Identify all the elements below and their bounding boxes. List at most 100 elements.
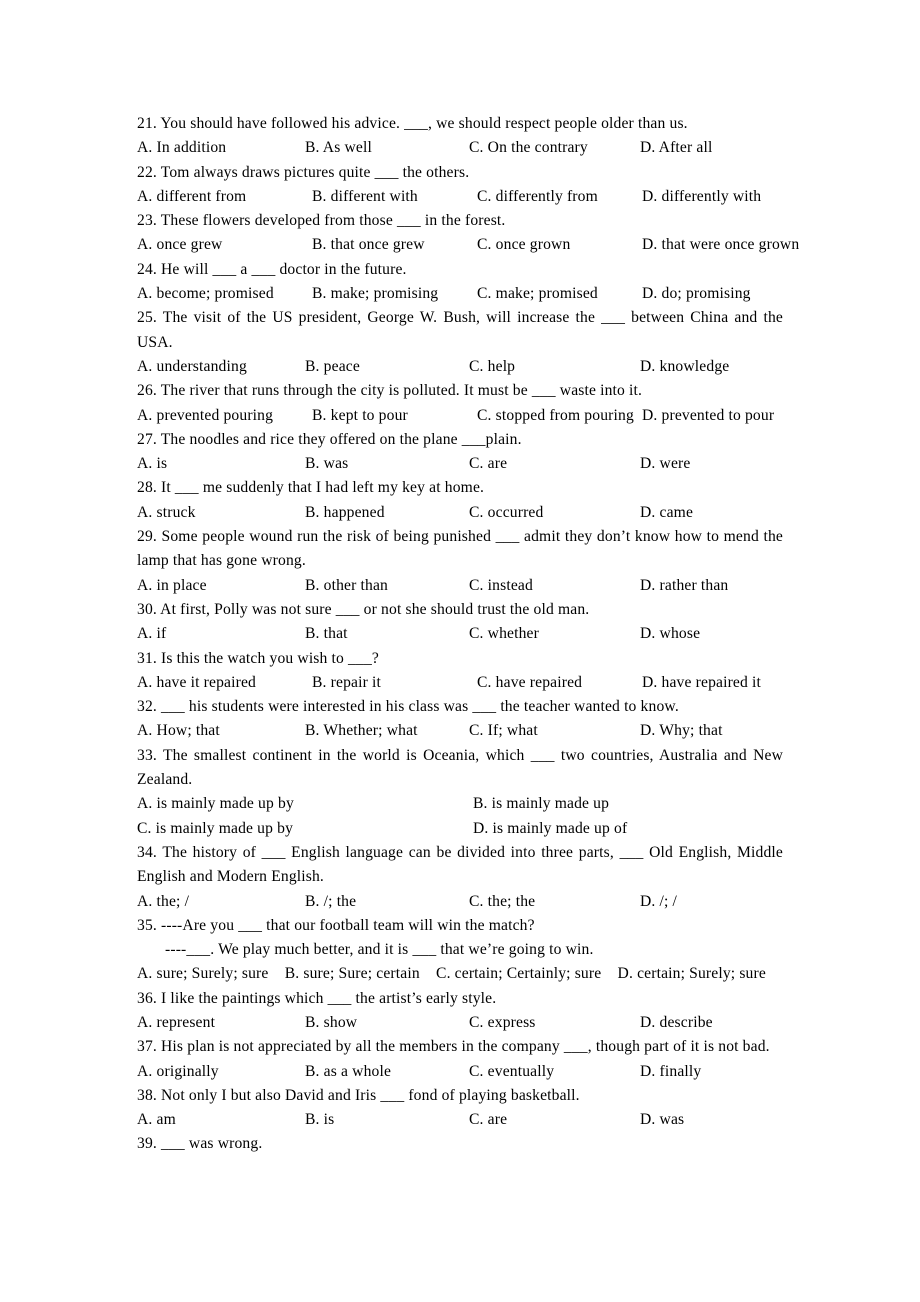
- option-c[interactable]: C. eventually: [469, 1060, 554, 1084]
- question-options: A. the; / B. /; the C. the; the D. /; /: [137, 890, 783, 914]
- option-a[interactable]: A. if: [137, 622, 166, 646]
- option-a[interactable]: A. have it repaired: [137, 671, 256, 695]
- option-a[interactable]: A. is: [137, 452, 167, 476]
- option-c[interactable]: C. occurred: [469, 501, 543, 525]
- option-a[interactable]: A. become; promised: [137, 282, 274, 306]
- question-options: A. In addition B. As well C. On the cont…: [137, 136, 783, 160]
- option-b[interactable]: B. peace: [305, 355, 360, 379]
- option-a[interactable]: A. in place: [137, 574, 207, 598]
- option-a[interactable]: A. is mainly made up by: [137, 792, 294, 816]
- option-b[interactable]: B. As well: [305, 136, 372, 160]
- option-c[interactable]: C. is mainly made up by: [137, 817, 293, 841]
- option-a[interactable]: A. struck: [137, 501, 196, 525]
- option-d[interactable]: D. finally: [640, 1060, 701, 1084]
- question-block: 27. The noodles and rice they offered on…: [137, 428, 783, 477]
- option-a[interactable]: A. How; that: [137, 719, 220, 743]
- option-c[interactable]: C. certain; Certainly; sure: [424, 965, 601, 982]
- option-b[interactable]: B. show: [305, 1011, 357, 1035]
- option-d[interactable]: D. describe: [640, 1011, 713, 1035]
- question-stem: 21. You should have followed his advice.…: [137, 115, 688, 132]
- option-a[interactable]: A. different from: [137, 185, 246, 209]
- option-a[interactable]: A. represent: [137, 1011, 215, 1035]
- option-b[interactable]: B. is mainly made up: [473, 792, 609, 816]
- option-c[interactable]: C. express: [469, 1011, 536, 1035]
- option-d[interactable]: D. certain; Surely; sure: [605, 965, 766, 982]
- option-d[interactable]: D. were: [640, 452, 690, 476]
- question-options: A. How; that B. Whether; what C. If; wha…: [137, 719, 783, 743]
- option-a[interactable]: A. understanding: [137, 355, 247, 379]
- option-a[interactable]: A. sure; Surely; sure: [137, 965, 268, 982]
- option-d[interactable]: D. After all: [640, 136, 712, 160]
- question-block: 39. ___ was wrong.: [137, 1132, 783, 1156]
- question-options: A. is B. was C. are D. were: [137, 452, 783, 476]
- option-d[interactable]: D. have repaired it: [642, 671, 761, 695]
- option-c[interactable]: C. have repaired: [477, 671, 582, 695]
- option-d[interactable]: D. prevented to pour: [642, 404, 774, 428]
- option-c[interactable]: C. If; what: [469, 719, 538, 743]
- option-b[interactable]: B. different with: [312, 185, 418, 209]
- question-stem: 22. Tom always draws pictures quite ___ …: [137, 163, 470, 181]
- question-options: A. become; promised B. make; promising C…: [137, 282, 783, 306]
- option-b[interactable]: B. /; the: [305, 890, 356, 914]
- option-d[interactable]: D. was: [640, 1108, 684, 1132]
- question-block: 34. The history of ___ English language …: [137, 841, 783, 914]
- option-b[interactable]: B. other than: [305, 574, 388, 598]
- question-stem: 24. He will ___ a ___ doctor in the futu…: [137, 260, 407, 278]
- question-stem: 30. At first, Polly was not sure ___ or …: [137, 600, 590, 618]
- option-b[interactable]: B. happened: [305, 501, 385, 525]
- option-c[interactable]: C. are: [469, 1108, 507, 1132]
- option-a[interactable]: A. In addition: [137, 136, 226, 160]
- option-d[interactable]: D. differently with: [642, 185, 761, 209]
- option-a[interactable]: A. originally: [137, 1060, 219, 1084]
- document-page: 21. You should have followed his advice.…: [0, 0, 920, 1302]
- question-block: 23. These flowers developed from those _…: [137, 209, 799, 258]
- option-b[interactable]: B. make; promising: [312, 282, 438, 306]
- option-b[interactable]: B. was: [305, 452, 348, 476]
- question-stem: 38. Not only I but also David and Iris _…: [137, 1086, 580, 1104]
- option-b[interactable]: B. Whether; what: [305, 719, 418, 743]
- option-d[interactable]: D. rather than: [640, 574, 728, 598]
- option-d[interactable]: D. came: [640, 501, 693, 525]
- option-d[interactable]: D. do; promising: [642, 282, 751, 306]
- option-c[interactable]: C. differently from: [477, 185, 598, 209]
- option-b[interactable]: B. sure; Sure; certain: [273, 965, 420, 982]
- option-b[interactable]: B. as a whole: [305, 1060, 391, 1084]
- option-c[interactable]: C. instead: [469, 574, 533, 598]
- option-d[interactable]: D. whose: [640, 622, 700, 646]
- question-stem: 32. ___ his students were interested in …: [137, 698, 679, 716]
- option-b[interactable]: B. repair it: [312, 671, 381, 695]
- question-stem: 36. I like the paintings which ___ the a…: [137, 989, 497, 1007]
- option-b[interactable]: B. is: [305, 1108, 334, 1132]
- question-options: A. am B. is C. are D. was: [137, 1108, 783, 1132]
- question-block: 32. ___ his students were interested in …: [137, 695, 783, 744]
- option-c[interactable]: C. once grown: [477, 233, 570, 257]
- option-c[interactable]: C. are: [469, 452, 507, 476]
- option-d[interactable]: D. is mainly made up of: [473, 817, 627, 841]
- question-block: 38. Not only I but also David and Iris _…: [137, 1084, 783, 1133]
- option-c[interactable]: C. On the contrary: [469, 136, 588, 160]
- question-options: A. sure; Surely; sure B. sure; Sure; cer…: [137, 962, 783, 986]
- option-b[interactable]: B. that once grew: [312, 233, 425, 257]
- question-options-row-1: A. is mainly made up by B. is mainly mad…: [137, 792, 783, 816]
- option-d[interactable]: D. /; /: [640, 890, 677, 914]
- question-options: A. struck B. happened C. occurred D. cam…: [137, 501, 783, 525]
- option-a[interactable]: A. prevented pouring: [137, 404, 273, 428]
- question-block: 21. You should have followed his advice.…: [137, 112, 783, 161]
- question-block: 28. It ___ me suddenly that I had left m…: [137, 476, 783, 525]
- option-d[interactable]: D. knowledge: [640, 355, 729, 379]
- exam-question-list: 21. You should have followed his advice.…: [137, 112, 799, 1157]
- option-c[interactable]: C. the; the: [469, 890, 535, 914]
- option-a[interactable]: A. the; /: [137, 890, 189, 914]
- option-b[interactable]: B. kept to pour: [312, 404, 408, 428]
- question-block: 25. The visit of the US president, Georg…: [137, 306, 783, 379]
- option-d[interactable]: D. Why; that: [640, 719, 723, 743]
- option-c[interactable]: C. help: [469, 355, 515, 379]
- option-d[interactable]: D. that were once grown: [642, 233, 799, 257]
- option-b[interactable]: B. that: [305, 622, 348, 646]
- option-a[interactable]: A. once grew: [137, 233, 222, 257]
- option-c[interactable]: C. stopped from pouring: [477, 404, 634, 428]
- option-c[interactable]: C. whether: [469, 622, 539, 646]
- option-a[interactable]: A. am: [137, 1108, 176, 1132]
- option-c[interactable]: C. make; promised: [477, 282, 598, 306]
- question-stem: 26. The river that runs through the city…: [137, 382, 643, 400]
